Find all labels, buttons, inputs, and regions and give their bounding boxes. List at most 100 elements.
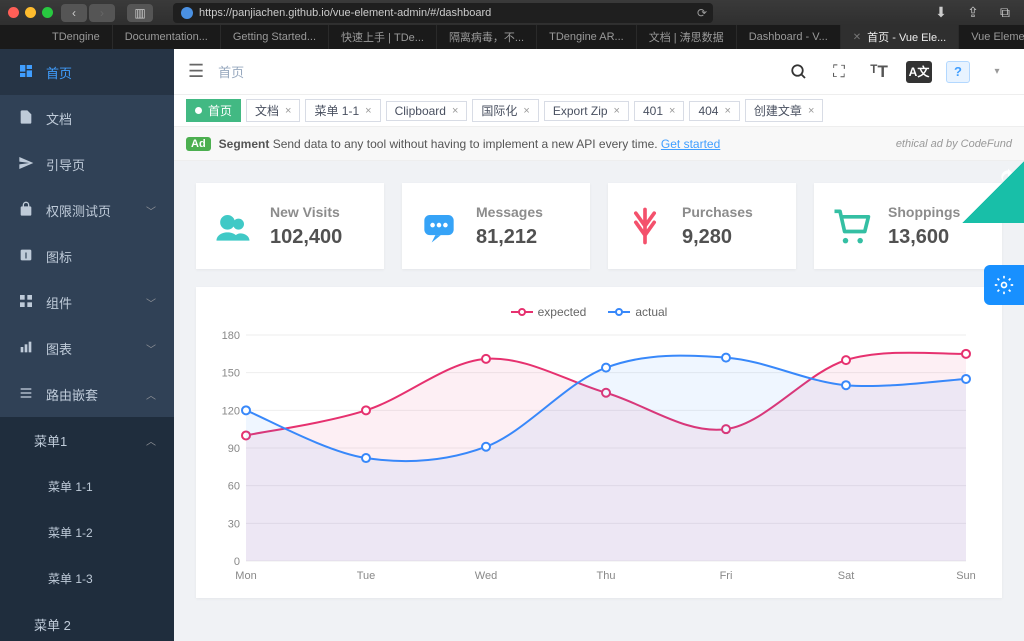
svg-text:Tue: Tue	[357, 570, 376, 582]
sidebar-item-guide[interactable]: 引导页	[0, 141, 174, 187]
sidebar-subitem[interactable]: 菜单 1-2	[0, 509, 174, 555]
browser-tab[interactable]: TDengine	[40, 25, 113, 49]
traffic-lights	[8, 7, 53, 18]
close-tag-icon[interactable]: ×	[808, 105, 814, 117]
close-tag-icon[interactable]: ×	[523, 105, 529, 117]
sidebar-item-nested[interactable]: 路由嵌套︿	[0, 371, 174, 417]
view-tag[interactable]: 首页	[186, 99, 241, 122]
chevron-up-icon: ︿	[146, 433, 156, 448]
hamburger-icon[interactable]: ☰	[188, 61, 204, 82]
legend-actual[interactable]: actual	[608, 305, 667, 319]
sidebar-item-icon[interactable]: I 图标	[0, 233, 174, 279]
view-tag[interactable]: Clipboard×	[386, 101, 468, 121]
sidebar-item-label: 引导页	[46, 155, 85, 174]
svg-text:0: 0	[234, 556, 240, 568]
stat-value: 81,212	[476, 226, 543, 249]
browser-tab[interactable]: 快速上手 | TDe...	[329, 25, 437, 49]
sidebar-item-menu2[interactable]: 菜单 2	[0, 601, 174, 641]
view-tag-label: 文档	[255, 102, 279, 119]
sidebar-item-label: 权限测试页	[46, 201, 111, 220]
browser-tab[interactable]: Dashboard - V...	[737, 25, 841, 49]
stat-card[interactable]: New Visits102,400	[196, 183, 384, 269]
stat-label: Messages	[476, 204, 543, 220]
stat-icon	[416, 203, 462, 249]
svg-text:Fri: Fri	[720, 570, 733, 582]
stat-value: 13,600	[888, 226, 960, 249]
language-toggle[interactable]: A文	[906, 61, 932, 83]
sidebar-item-menu1[interactable]: 菜单1 ︿	[0, 417, 174, 463]
forward-button[interactable]: ›	[89, 4, 115, 22]
browser-tab-label: 快速上手 | TDe...	[341, 29, 424, 45]
browser-tab[interactable]: Getting Started...	[221, 25, 329, 49]
browser-tab[interactable]: ✕首页 - Vue Ele...	[841, 25, 959, 49]
settings-drawer-button[interactable]	[984, 265, 1024, 305]
minimize-window-button[interactable]	[25, 7, 36, 18]
close-tab-icon[interactable]: ✕	[853, 32, 861, 43]
view-tag[interactable]: 文档 ×	[246, 99, 300, 122]
line-chart-card: expected actual 0306090120150180MonTueWe…	[196, 287, 1002, 598]
stat-card[interactable]: Purchases9,280	[608, 183, 796, 269]
browser-tab[interactable]: 隔离病毒，不...	[437, 25, 537, 49]
tabs-icon[interactable]: ⧉	[994, 4, 1016, 22]
chart-icon	[18, 339, 34, 358]
browser-tab-label: Getting Started...	[233, 31, 316, 43]
close-tag-icon[interactable]: ×	[452, 105, 458, 117]
browser-tab-label: Documentation...	[125, 31, 208, 43]
sidebar-item-doc[interactable]: 文档	[0, 95, 174, 141]
close-window-button[interactable]	[8, 7, 19, 18]
view-tag[interactable]: 创建文章×	[745, 99, 823, 122]
reload-icon[interactable]: ⟳	[697, 6, 707, 20]
sidebar-item-component[interactable]: 组件﹀	[0, 279, 174, 325]
svg-text:Mon: Mon	[235, 570, 256, 582]
back-button[interactable]: ‹	[61, 4, 87, 22]
view-tag-label: Export Zip	[553, 104, 608, 118]
stat-card[interactable]: Messages 81,212	[402, 183, 590, 269]
fullscreen-icon[interactable]: ⛶	[826, 59, 852, 85]
browser-tab-label: 隔离病毒，不...	[449, 29, 524, 45]
close-tag-icon[interactable]: ×	[365, 105, 371, 117]
share-icon[interactable]: ⇪	[962, 4, 984, 22]
view-tag-label: 401	[643, 104, 663, 118]
sidebar-toggle-button[interactable]: ▥	[127, 4, 153, 22]
download-icon[interactable]: ⬇	[930, 4, 952, 22]
svg-text:I: I	[25, 251, 27, 260]
user-menu-caret-icon[interactable]: ▾	[984, 59, 1010, 85]
view-tag[interactable]: 国际化×	[472, 99, 538, 122]
view-tag[interactable]: Export Zip ×	[544, 101, 629, 121]
sidebar-item-dashboard[interactable]: 首页	[0, 49, 174, 95]
svg-text:150: 150	[222, 368, 240, 380]
line-chart: 0306090120150180MonTueWedThuFriSatSun	[206, 325, 976, 585]
search-icon[interactable]	[786, 59, 812, 85]
sidebar-subitem[interactable]: 菜单 1-1	[0, 463, 174, 509]
legend-expected[interactable]: expected	[511, 305, 587, 319]
sidebar-subitem[interactable]: 菜单 1-3	[0, 555, 174, 601]
sidebar-item-label: 菜单1	[34, 431, 67, 450]
chevron-icon: ﹀	[146, 203, 156, 218]
close-tag-icon[interactable]: ×	[724, 105, 730, 117]
browser-tab[interactable]: Documentation...	[113, 25, 221, 49]
corner-ribbon[interactable]	[962, 161, 1024, 223]
close-tag-icon[interactable]: ×	[285, 105, 291, 117]
sidebar-item-label: 菜单 1-1	[48, 478, 93, 495]
browser-tab[interactable]: 文档 | 涛思数据	[637, 25, 737, 49]
view-tag[interactable]: 404×	[689, 101, 739, 121]
svg-text:120: 120	[222, 405, 240, 417]
browser-tab[interactable]: TDengine AR...	[537, 25, 637, 49]
view-tag[interactable]: 401 ×	[634, 101, 684, 121]
sidebar-item-chart[interactable]: 图表﹀	[0, 325, 174, 371]
view-tag[interactable]: 菜单 1-1×	[305, 99, 380, 122]
browser-tab-label: TDengine	[52, 31, 100, 43]
ad-link[interactable]: Get started	[661, 137, 720, 151]
sidebar-item-lock[interactable]: 权限测试页 ﹀	[0, 187, 174, 233]
component-icon	[18, 293, 34, 312]
browser-tab[interactable]: Vue Element A...	[959, 25, 1024, 49]
url-bar[interactable]: https://panjiachen.github.io/vue-element…	[173, 3, 713, 23]
sidebar-item-label: 图表	[46, 339, 72, 358]
text-size-icon[interactable]: ᵀT	[866, 59, 892, 85]
close-tag-icon[interactable]: ×	[614, 105, 620, 117]
svg-text:Sat: Sat	[838, 570, 855, 582]
sidebar-item-label: 图标	[46, 247, 72, 266]
help-button[interactable]: ?	[946, 61, 970, 83]
close-tag-icon[interactable]: ×	[669, 105, 675, 117]
maximize-window-button[interactable]	[42, 7, 53, 18]
